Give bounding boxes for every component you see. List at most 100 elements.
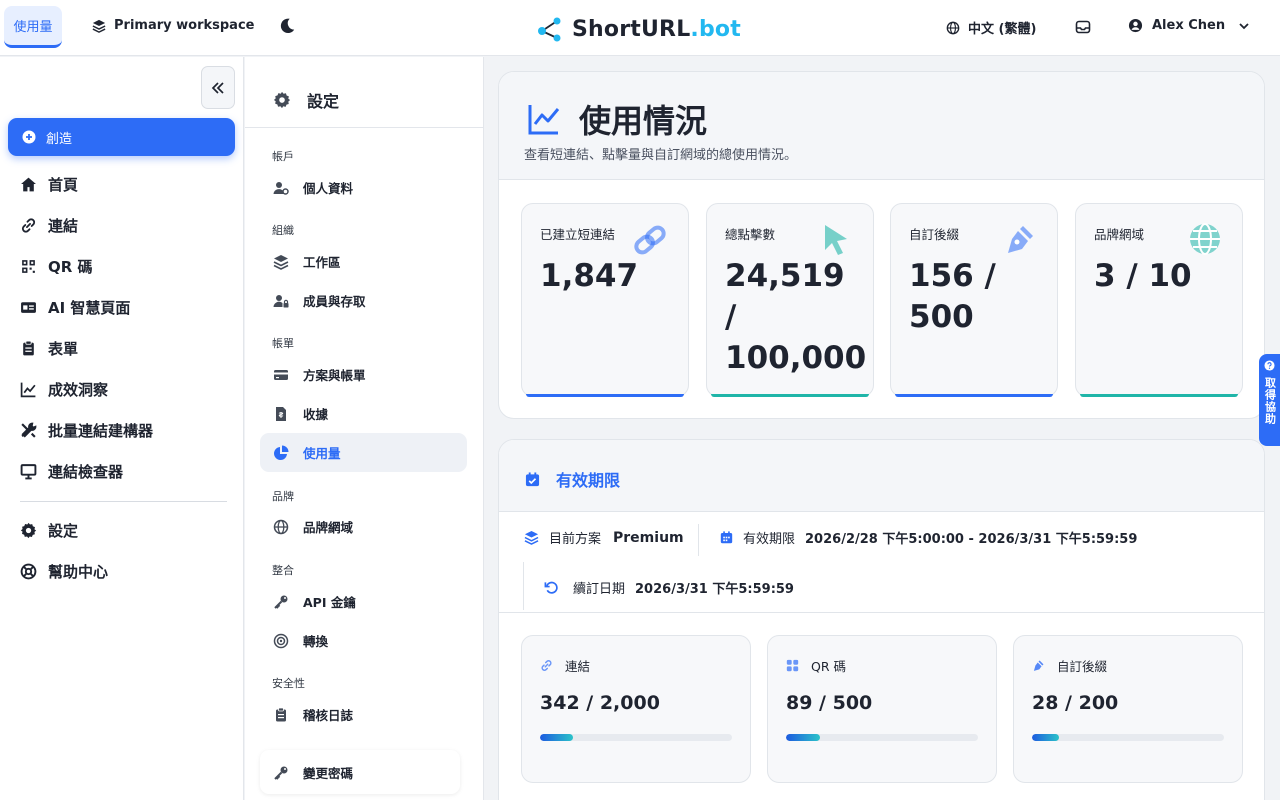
home-icon [20, 176, 37, 193]
renewal-date-value: 2026/3/31 下午5:59:59 [635, 582, 794, 597]
current-plan-value: Premium [613, 529, 684, 546]
layers-icon [524, 530, 539, 545]
logo[interactable]: ShortURL.bot [536, 15, 741, 43]
get-help-tab[interactable]: 取得協助 [1259, 354, 1280, 446]
settings-item-profile[interactable]: 個人資料 [273, 178, 353, 197]
usage-subtitle: 查看短連結、點擊量與自訂網域的總使用情況。 [524, 148, 798, 163]
settings-item-usage[interactable]: 使用量 [273, 443, 341, 462]
sidebar-item-settings[interactable]: 設定 [20, 520, 78, 541]
sidebar-item-help-center[interactable]: 幫助中心 [20, 561, 108, 582]
link-icon [540, 659, 553, 672]
moon-icon[interactable] [278, 17, 296, 35]
chart-icon [20, 381, 37, 398]
calendar-check-icon [525, 471, 540, 487]
gear-icon [273, 91, 291, 109]
settings-item-conversions[interactable]: 轉換 [273, 631, 328, 650]
settings-item-members[interactable]: 成員與存取 [273, 291, 366, 310]
sidebar: 創造 首頁 連結 QR 碼 AI 智慧頁面 表單 成效洞察 批量連結建構器 連結… [0, 57, 244, 800]
usage-card-header: 使用情況 查看短連結、點擊量與自訂網域的總使用情況。 [499, 72, 1264, 180]
stat-accent-bar [526, 394, 684, 397]
renewal-date: 續訂日期 2026/3/31 下午5:59:59 [544, 578, 794, 597]
id-card-icon [20, 299, 37, 316]
cursor-icon [819, 222, 853, 258]
stat-label: 品牌網域 [1094, 227, 1145, 242]
collapse-sidebar-button[interactable] [201, 66, 235, 109]
validity-period-label: 有效期限 [743, 532, 796, 547]
top-bar: 使用量 Primary workspace ShortURL.bot 中文 (繁… [0, 0, 1280, 56]
validity-card-header: 有效期限 [499, 440, 1264, 512]
tab-usage[interactable]: 使用量 [4, 6, 62, 48]
monitor-icon [20, 463, 37, 480]
clipboard-icon [20, 340, 37, 357]
get-help-label: 取得協助 [1263, 377, 1277, 425]
stat-card-custom-suffix: 自訂後綴 156 / 500 [890, 203, 1058, 397]
sidebar-item-links[interactable]: 連結 [20, 215, 78, 236]
sidebar-item-link-checker[interactable]: 連結檢查器 [20, 461, 123, 482]
settings-divider [245, 127, 484, 128]
language-label: 中文 (繁體) [968, 22, 1037, 37]
create-button[interactable]: 創造 [8, 118, 235, 156]
renewal-date-label: 續訂日期 [573, 582, 626, 597]
stat-label: 總點擊數 [725, 227, 776, 242]
quota-card-links: 連結 342 / 2,000 [521, 635, 751, 783]
quota-progress-fill [786, 734, 821, 741]
refresh-icon [544, 580, 559, 595]
target-icon [273, 633, 289, 649]
layers-icon [273, 254, 289, 270]
sidebar-item-qr[interactable]: QR 碼 [20, 256, 93, 277]
link-icon [632, 222, 668, 258]
lifebuoy-icon [20, 563, 37, 580]
quota-progress-track [786, 734, 978, 741]
quota-progress-fill [540, 734, 573, 741]
stat-value: 3 / 10 [1094, 258, 1192, 294]
quota-label: 自訂後綴 [1032, 656, 1107, 675]
settings-item-audit-log[interactable]: 稽核日誌 [273, 705, 353, 724]
settings-item-receipts[interactable]: 收據 [273, 404, 328, 423]
settings-item-api-keys[interactable]: API 金鑰 [273, 592, 356, 611]
layers-icon [92, 19, 106, 33]
stat-value: 156 / 500 [909, 258, 996, 335]
quota-value: 89 / 500 [786, 692, 873, 714]
settings-item-workspace[interactable]: 工作區 [273, 252, 341, 271]
info-divider [698, 524, 699, 556]
sidebar-item-home[interactable]: 首頁 [20, 174, 78, 195]
sidebar-item-insights[interactable]: 成效洞察 [20, 379, 108, 400]
user-icon [1128, 18, 1143, 33]
settings-title: 設定 [273, 88, 339, 112]
stat-card-brand-domains: 品牌網域 3 / 10 [1075, 203, 1243, 397]
workspace-switcher[interactable]: Primary workspace [92, 18, 254, 33]
stat-card-short-links: 已建立短連結 1,847 [521, 203, 689, 397]
user-menu[interactable]: Alex Chen [1128, 18, 1250, 33]
stat-accent-bar [711, 394, 869, 397]
inbox-icon[interactable] [1075, 19, 1091, 35]
globe-icon [946, 21, 960, 35]
settings-item-brand-domains[interactable]: 品牌網域 [273, 517, 353, 536]
group-label-account: 帳戶 [272, 150, 294, 163]
info-divider [523, 562, 524, 610]
quota-value: 28 / 200 [1032, 692, 1119, 714]
user-name: Alex Chen [1152, 18, 1226, 33]
settings-item-plan-billing[interactable]: 方案與帳單 [273, 365, 366, 384]
current-plan: 目前方案 Premium [524, 528, 684, 547]
quota-progress-track [1032, 734, 1224, 741]
info-bottom-divider [499, 612, 1264, 613]
calendar-icon [720, 531, 733, 544]
current-plan-label: 目前方案 [549, 532, 602, 547]
usage-title: 使用情況 [527, 96, 707, 142]
credit-card-icon [273, 367, 289, 383]
sidebar-item-ai-pages[interactable]: AI 智慧頁面 [20, 297, 130, 318]
user-lock-icon [273, 293, 289, 309]
stat-accent-bar [1080, 394, 1238, 397]
key-icon [273, 765, 289, 781]
change-password-button[interactable]: 變更密碼 [273, 763, 353, 782]
line-chart-icon [527, 102, 561, 136]
stat-card-total-clicks: 總點擊數 24,519 / 100,000 [706, 203, 874, 397]
gear-icon [20, 522, 37, 539]
validity-period-value: 2026/2/28 下午5:00:00 - 2026/3/31 下午5:59:5… [805, 532, 1138, 547]
sidebar-item-bulk-builder[interactable]: 批量連結建構器 [20, 420, 153, 441]
quota-card-custom-suffix: 自訂後綴 28 / 200 [1013, 635, 1243, 783]
validity-period: 有效期限 2026/2/28 下午5:00:00 - 2026/3/31 下午5… [720, 528, 1137, 547]
language-selector[interactable]: 中文 (繁體) [946, 18, 1036, 37]
pie-chart-icon [273, 445, 289, 461]
sidebar-item-forms[interactable]: 表單 [20, 338, 78, 359]
